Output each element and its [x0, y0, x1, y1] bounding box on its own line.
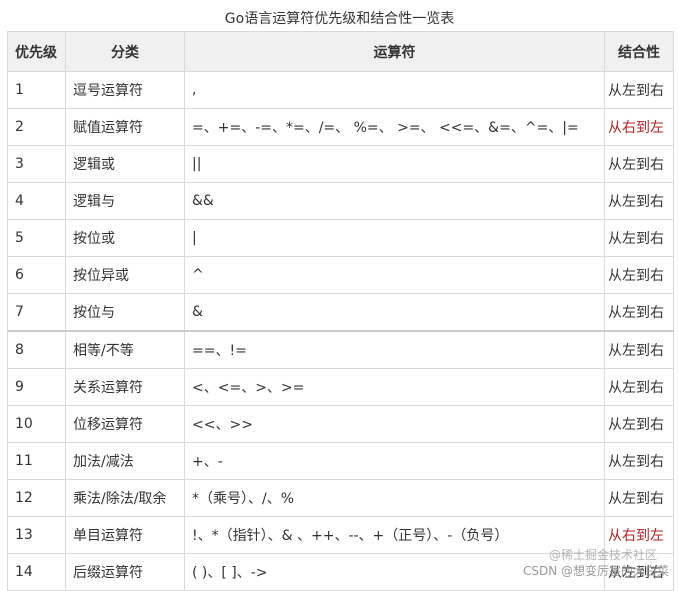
associativity-cell: 从左到右 [604, 293, 674, 332]
category-cell: 位移运算符 [65, 405, 185, 443]
operators-cell: ^ [184, 256, 605, 294]
associativity-cell: 从左到右 [604, 182, 674, 220]
juejin-watermark: @稀土掘金技术社区 [548, 548, 657, 562]
operators-cell: =、+=、-=、*=、/=、 %=、 >=、 <<=、&=、^=、|= [184, 108, 605, 146]
priority-cell: 2 [7, 108, 66, 146]
priority-cell: 5 [7, 219, 66, 257]
priority-cell: 6 [7, 256, 66, 294]
associativity-cell: 从左到右 [604, 71, 674, 109]
associativity-cell: 从左到右 [604, 405, 674, 443]
operators-cell: , [184, 71, 605, 109]
operators-cell: ==、!= [184, 330, 605, 369]
operators-cell: || [184, 145, 605, 183]
category-cell: 逻辑或 [65, 145, 185, 183]
table-row: 6 按位异或 ^ 从左到右 [7, 256, 674, 294]
table-row: 2 赋值运算符 =、+=、-=、*=、/=、 %=、 >=、 <<=、&=、^=… [7, 108, 674, 146]
priority-cell: 11 [7, 442, 66, 480]
table-row: 1 逗号运算符 , 从左到右 [7, 71, 674, 109]
category-cell: 关系运算符 [65, 368, 185, 406]
priority-cell: 4 [7, 182, 66, 220]
associativity-cell: 从左到右 [604, 330, 674, 369]
operator-precedence-table: 优先级 分类 运算符 结合性 1 逗号运算符 , 从左到右 2 赋值运算符 =、… [7, 31, 674, 591]
header-category: 分类 [65, 31, 185, 72]
csdn-watermark: CSDN @想变厉害的大白菜 [522, 564, 669, 578]
category-cell: 单目运算符 [65, 516, 185, 554]
priority-cell: 10 [7, 405, 66, 443]
table-row: 4 逻辑与 && 从左到右 [7, 182, 674, 220]
operators-cell: *（乘号）、/、% [184, 479, 605, 517]
header-priority: 优先级 [7, 31, 66, 72]
priority-cell: 7 [7, 293, 66, 332]
table-row: 12 乘法/除法/取余 *（乘号）、/、% 从左到右 [7, 479, 674, 517]
table-row: 11 加法/减法 +、- 从左到右 [7, 442, 674, 480]
operators-cell: && [184, 182, 605, 220]
category-cell: 相等/不等 [65, 330, 185, 369]
category-cell: 按位异或 [65, 256, 185, 294]
category-cell: 逗号运算符 [65, 71, 185, 109]
operators-cell: +、- [184, 442, 605, 480]
category-cell: 逻辑与 [65, 182, 185, 220]
table-header-row: 优先级 分类 运算符 结合性 [7, 31, 674, 72]
category-cell: 赋值运算符 [65, 108, 185, 146]
header-associativity: 结合性 [604, 31, 674, 72]
table-row: 8 相等/不等 ==、!= 从左到右 [7, 330, 674, 369]
table-row: 3 逻辑或 || 从左到右 [7, 145, 674, 183]
operators-cell: <、<=、>、>= [184, 368, 605, 406]
associativity-cell: 从左到右 [604, 479, 674, 517]
table-row: 9 关系运算符 <、<=、>、>= 从左到右 [7, 368, 674, 406]
associativity-cell: 从左到右 [604, 442, 674, 480]
header-operators: 运算符 [184, 31, 605, 72]
priority-cell: 14 [7, 553, 66, 591]
category-cell: 乘法/除法/取余 [65, 479, 185, 517]
associativity-cell: 从左到右 [604, 219, 674, 257]
operators-cell: <<、>> [184, 405, 605, 443]
priority-cell: 9 [7, 368, 66, 406]
priority-cell: 13 [7, 516, 66, 554]
associativity-cell: 从左到右 [604, 256, 674, 294]
table-row: 5 按位或 | 从左到右 [7, 219, 674, 257]
operators-cell: & [184, 293, 605, 332]
category-cell: 按位与 [65, 293, 185, 332]
priority-cell: 8 [7, 330, 66, 369]
table-row: 7 按位与 & 从左到右 [7, 293, 674, 332]
associativity-cell: 从左到右 [604, 368, 674, 406]
priority-cell: 3 [7, 145, 66, 183]
priority-cell: 1 [7, 71, 66, 109]
associativity-cell: 从右到左 [604, 108, 674, 146]
associativity-cell: 从左到右 [604, 145, 674, 183]
priority-cell: 12 [7, 479, 66, 517]
category-cell: 后缀运算符 [65, 553, 185, 591]
category-cell: 按位或 [65, 219, 185, 257]
table-caption: Go语言运算符优先级和结合性一览表 [224, 11, 455, 27]
operators-cell: !、*（指针）、& 、++、--、+（正号）、-（负号） [184, 516, 605, 554]
table-row: 10 位移运算符 <<、>> 从左到右 [7, 405, 674, 443]
category-cell: 加法/减法 [65, 442, 185, 480]
operators-cell: | [184, 219, 605, 257]
